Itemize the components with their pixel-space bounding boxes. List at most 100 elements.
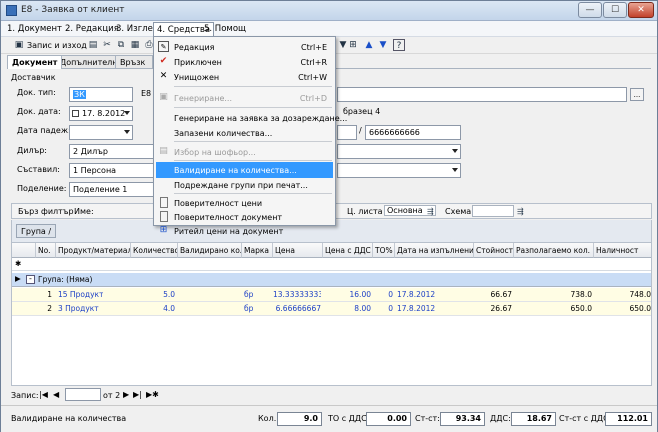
cell-brand: бр [244, 304, 254, 313]
app-icon [6, 5, 17, 16]
cell-value: 26.67 [490, 304, 512, 313]
last-record-icon[interactable]: ▶| [133, 390, 142, 399]
save-icon: ▣ [14, 40, 24, 50]
copy-icon[interactable]: ⧉ [115, 39, 127, 51]
table-row[interactable]: 1 15 Продукт 5.0 бр 13.33333333 16.00 0 … [12, 288, 651, 302]
cell-value: 66.67 [490, 290, 512, 299]
price-list-label: Ц. листа [347, 207, 383, 216]
prev-record-icon[interactable]: ◀ [53, 390, 59, 399]
close-button[interactable]: ✕ [628, 2, 654, 18]
supplier-field[interactable] [337, 87, 627, 102]
column-header[interactable]: Стойност [474, 243, 514, 258]
due-date-field[interactable] [69, 125, 133, 140]
column-header[interactable]: Дата на изпълнение [395, 243, 474, 258]
cell-product: 15 Продукт [58, 290, 104, 299]
group-row[interactable]: ▶ - Група: (Няма) [12, 273, 651, 287]
new-row[interactable]: ✱ [12, 258, 651, 271]
to-vat-label: ТО с ДДС: [328, 414, 370, 423]
generate-icon: ▣ [159, 92, 168, 102]
cart-icon[interactable]: ⊞ [347, 39, 359, 51]
new-record-icon[interactable]: ▶✱ [146, 390, 159, 399]
supplier-name-text: бразец 4 [343, 107, 381, 116]
column-header[interactable]: Цена [273, 243, 323, 258]
cell-qty: 4.0 [163, 304, 175, 313]
new-doc-icon[interactable]: ▤ [87, 39, 99, 51]
tab-document[interactable]: Документ [7, 55, 63, 69]
collapse-icon[interactable]: - [26, 275, 35, 284]
group-label: Група: (Няма) [38, 275, 93, 284]
menu-item-generate: ▣ Генериране... Ctrl+D [159, 92, 327, 103]
composer-field[interactable]: 1 Персона [69, 163, 159, 178]
dealer-extra-field[interactable] [337, 144, 461, 159]
status-text: Валидиране на количества [11, 414, 127, 423]
menu-help[interactable]: 5. Помощ [204, 24, 246, 34]
name-filter-label: Име: [74, 207, 94, 216]
menu-item-edit[interactable]: ✎ Редакция Ctrl+E [154, 39, 335, 55]
number-field[interactable]: 6666666666 [365, 125, 461, 140]
column-header[interactable]: Количество [131, 243, 178, 258]
menu-document[interactable]: 1. Документ [7, 24, 62, 34]
division-label: Поделение: [17, 184, 67, 193]
driver-icon: ▤ [159, 146, 168, 156]
doc-date-field[interactable]: 17. 8.2012 [69, 106, 133, 121]
group-tag[interactable]: Група / [16, 224, 57, 238]
menu-item-retail-prices[interactable]: ⊞ Ритейл цени на документ [154, 223, 335, 237]
minimize-button[interactable]: — [578, 2, 602, 18]
scheme-icon[interactable]: ⇶ [517, 207, 524, 216]
column-header[interactable]: ТО% [373, 243, 395, 258]
cut-icon[interactable]: ✂ [101, 39, 113, 51]
menu-item-generate-refill[interactable]: Генериране на заявка за дозареждане... [154, 110, 347, 126]
scheme-select[interactable] [472, 205, 514, 217]
menu-item-group-order[interactable]: Подреждане групи при печат... [154, 177, 335, 193]
browse-button[interactable]: ... [630, 88, 644, 101]
arrow-down-icon[interactable]: ▼ [377, 39, 389, 51]
column-header[interactable]: Валидирано кол. [178, 243, 242, 258]
first-record-icon[interactable]: |◀ [39, 390, 48, 399]
dealer-field[interactable]: 2 Дилър [69, 144, 159, 159]
tab-links[interactable]: Връзк [115, 55, 153, 69]
row-pointer-icon: ▶ [15, 274, 21, 283]
vat-label: ДДС: [490, 414, 511, 423]
check-icon: ✔ [159, 56, 168, 66]
cart-icon: ⊞ [159, 225, 168, 235]
column-header[interactable]: Наличност [594, 243, 651, 258]
menu-item-saved-qty[interactable]: Запазени количества... [154, 125, 335, 141]
arrow-up-icon[interactable]: ▲ [363, 39, 375, 51]
cell-price: 13.33333333 [273, 290, 321, 299]
cell-qty: 5.0 [163, 290, 175, 299]
table-row[interactable]: 2 3 Продукт 4.0 бр 6.66666667 8.00 0 17.… [12, 302, 651, 316]
composer-extra-field[interactable] [337, 163, 461, 178]
doc-icon [160, 197, 168, 208]
record-of-label: от 2 [103, 391, 121, 400]
record-number-field[interactable] [65, 388, 101, 401]
save-exit-button[interactable]: Запис и изход [27, 41, 87, 50]
column-header[interactable]: Продукт/материал [56, 243, 131, 258]
menu-item-validate-qty[interactable]: Валидиране на количества... [156, 162, 333, 178]
column-header[interactable] [12, 243, 36, 258]
cell-to: 0 [388, 304, 393, 313]
x-icon: ✕ [159, 71, 168, 81]
menu-edit[interactable]: 2. Редакция [65, 24, 119, 34]
menu-item-destroyed[interactable]: ✕ Унищожен Ctrl+W [154, 69, 335, 85]
column-header[interactable]: Разполагаемо кол. [514, 243, 594, 258]
cell-date: 17.8.2012 [397, 290, 436, 299]
cell-price-vat: 16.00 [349, 290, 371, 299]
column-header[interactable]: Цена с ДДС [323, 243, 373, 258]
column-header[interactable]: No. [36, 243, 56, 258]
menu-item-closed[interactable]: ✔ Приключен Ctrl+R [154, 54, 335, 70]
maximize-button[interactable]: ☐ [603, 2, 627, 18]
help-icon[interactable]: ? [393, 39, 405, 51]
app-window: E8 - Заявка от клиент — ☐ ✕ 1. Документ … [0, 0, 658, 432]
record-label: Запис: [11, 391, 39, 400]
paste-icon[interactable]: ▦ [129, 39, 141, 51]
next-record-icon[interactable]: ▶ [123, 390, 129, 399]
doc-date-label: Док. дата: [17, 107, 61, 116]
division-field[interactable]: Поделение 1 [69, 182, 159, 197]
doc-type-field[interactable]: ЗК [69, 87, 133, 102]
cell-available: 650.0 [570, 304, 592, 313]
date-checkbox[interactable] [72, 110, 79, 117]
column-header[interactable]: Марка [242, 243, 273, 258]
number-prefix-field[interactable] [337, 125, 357, 140]
items-grid: No. Продукт/материал Количество Валидира… [11, 242, 652, 386]
price-list-icon[interactable]: ⇶ [427, 207, 434, 216]
